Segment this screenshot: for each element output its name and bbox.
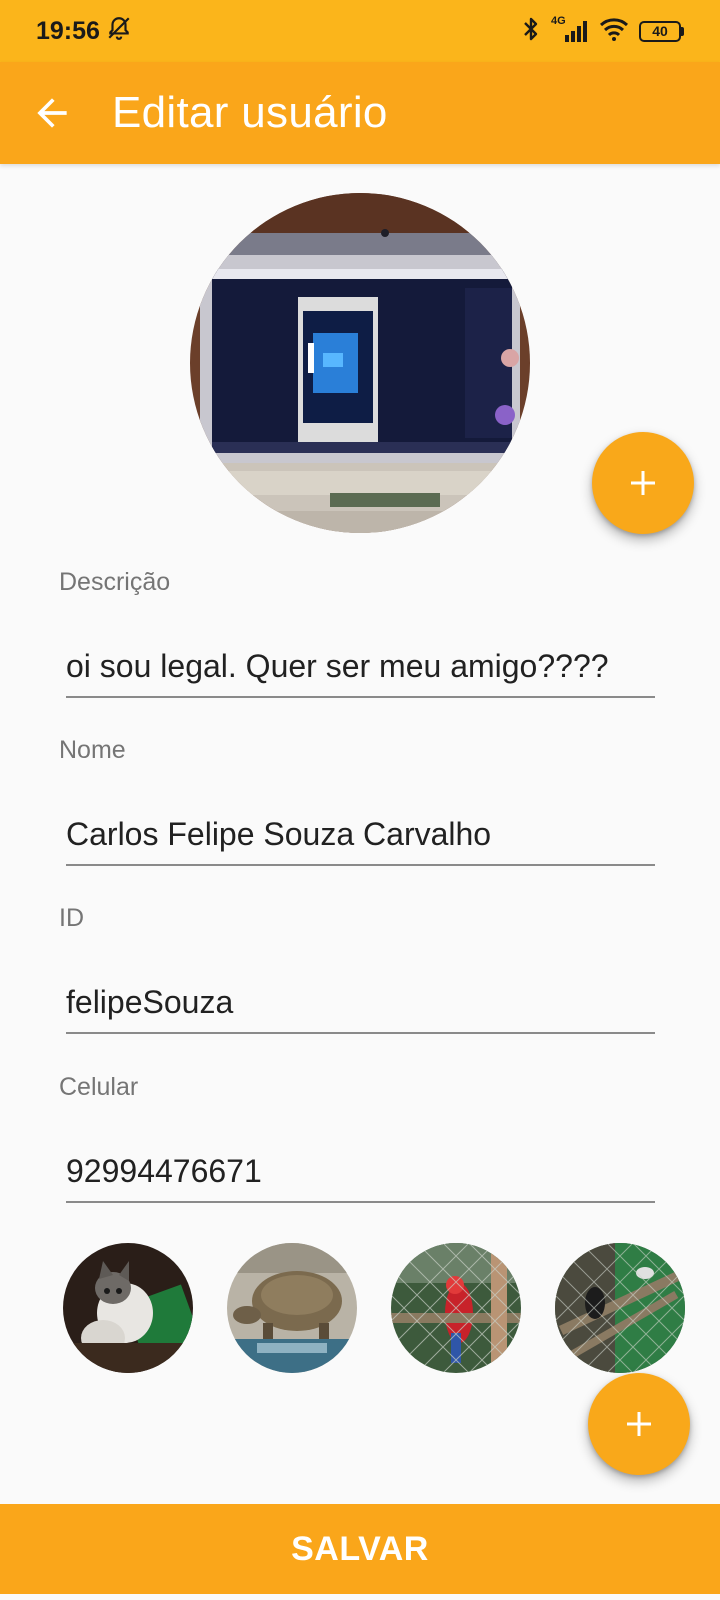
id-input[interactable] <box>66 972 655 1034</box>
save-button[interactable]: SALVAR <box>0 1504 720 1594</box>
battery-level: 40 <box>639 20 681 42</box>
phone-field-group: Celular <box>59 1073 655 1203</box>
page-title: Editar usuário <box>112 88 388 137</box>
add-gallery-photo-button[interactable] <box>588 1373 690 1475</box>
add-profile-photo-button[interactable] <box>592 432 694 534</box>
gallery-photo-cat[interactable] <box>63 1243 193 1373</box>
app-bar: Editar usuário <box>0 62 720 164</box>
battery-icon: 40 <box>639 20 684 42</box>
alarm-off-icon <box>106 15 132 48</box>
status-time: 19:56 <box>36 16 100 45</box>
profile-photo[interactable] <box>190 193 530 533</box>
name-field-group: Nome <box>59 736 655 866</box>
plus-icon <box>631 471 655 495</box>
phone-input[interactable] <box>66 1141 655 1203</box>
battery-tip <box>681 26 684 36</box>
status-bar: 19:56 4G 40 <box>0 0 720 62</box>
wifi-icon <box>599 17 629 46</box>
plus-icon <box>627 1412 651 1436</box>
gallery-photo-parrot[interactable] <box>391 1243 521 1373</box>
back-button[interactable] <box>22 83 82 143</box>
status-right: 4G 40 <box>521 15 684 47</box>
gallery-photo-tortoise[interactable] <box>227 1243 357 1373</box>
gallery-photo-birds-aviary[interactable] <box>555 1243 685 1373</box>
description-input[interactable] <box>66 636 655 698</box>
status-left: 19:56 <box>36 15 132 48</box>
description-label: Descrição <box>59 568 171 596</box>
arrow-back-icon <box>37 98 67 128</box>
description-field-group: Descrição <box>59 568 655 698</box>
phone-label: Celular <box>59 1073 139 1101</box>
id-label: ID <box>59 904 84 932</box>
name-label: Nome <box>59 736 126 764</box>
name-input[interactable] <box>66 804 655 866</box>
signal-icon: 4G <box>551 15 589 44</box>
id-field-group: ID <box>59 904 655 1034</box>
bluetooth-icon <box>521 16 541 47</box>
